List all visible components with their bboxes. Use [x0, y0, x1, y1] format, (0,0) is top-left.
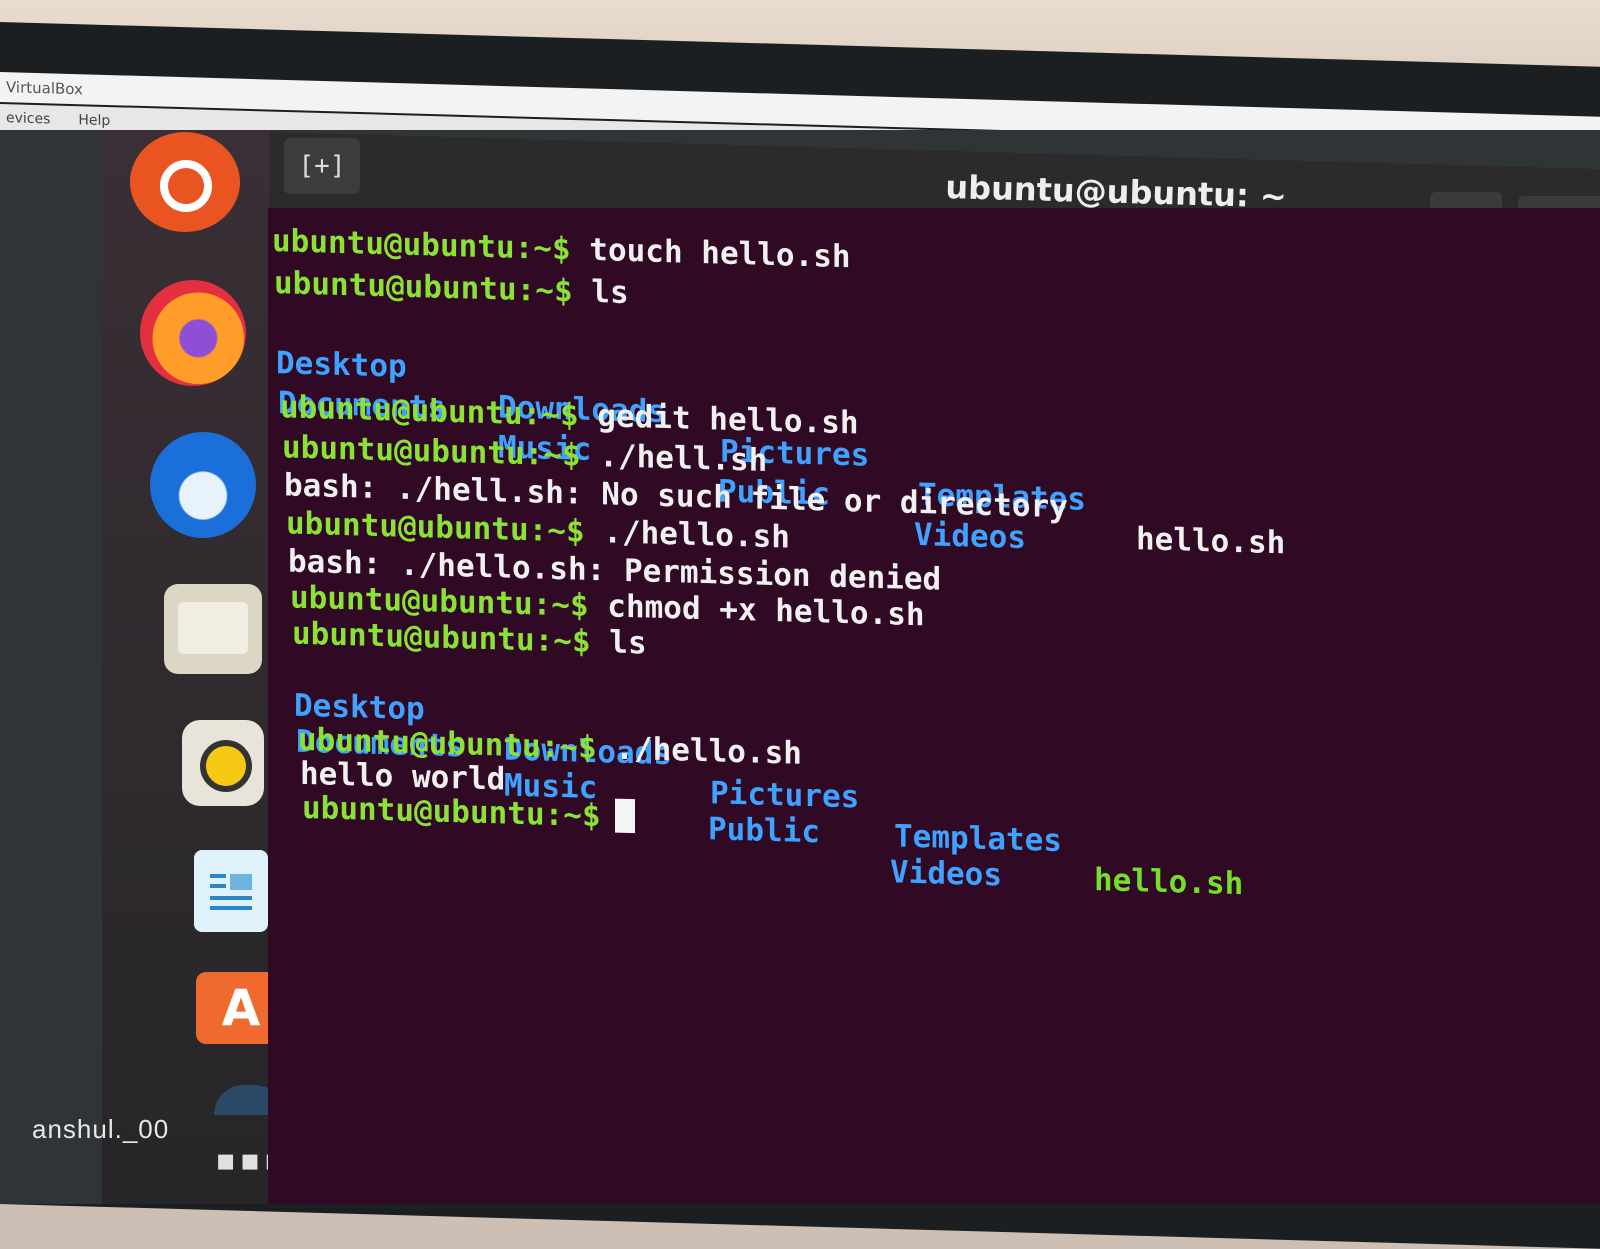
terminal-output[interactable]: ubuntu@ubuntu:~$ touch hello.sh ubuntu@u… — [272, 222, 1592, 1219]
command-text: touch hello.sh — [589, 231, 851, 276]
prompt: ubuntu@ubuntu:~$ — [272, 223, 571, 268]
executable-file-entry: hello.sh — [1094, 861, 1244, 903]
prompt: ubuntu@ubuntu:~$ — [302, 789, 601, 835]
new-tab-button[interactable]: [+] — [284, 138, 360, 194]
libreoffice-writer-icon[interactable] — [194, 850, 268, 932]
files-icon[interactable] — [164, 584, 262, 674]
prompt: ubuntu@ubuntu:~$ — [280, 389, 579, 434]
ls-row: Desktop Downloads Pictures Templates hel… — [276, 306, 1285, 561]
ubuntu-logo-icon[interactable] — [130, 132, 240, 232]
command-text: ./hello.sh — [615, 730, 802, 772]
command-text: ls — [591, 273, 629, 311]
command-text: chmod +x hello.sh — [607, 588, 925, 634]
firefox-icon[interactable] — [140, 280, 246, 386]
rhythmbox-icon[interactable] — [182, 720, 264, 806]
prompt: ubuntu@ubuntu:~$ — [274, 265, 573, 310]
dir-entry: Public — [708, 811, 820, 851]
thunderbird-icon[interactable] — [150, 432, 256, 538]
document-glyph-icon — [210, 874, 252, 910]
ls-row: Documents Music Public Videos — [296, 685, 1002, 894]
command-text: gedit hello.sh — [597, 398, 859, 442]
menu-help[interactable]: Help — [78, 112, 110, 129]
command-text: ./hello.sh — [603, 514, 790, 556]
dir-entry: Videos — [890, 854, 1002, 894]
command-text: ./hell.sh — [599, 438, 768, 479]
file-entry: hello.sh — [1136, 521, 1286, 562]
terminal-line: ubuntu@ubuntu:~$ ls — [274, 264, 629, 312]
virtualbox-title: VirtualBox — [6, 78, 83, 99]
menu-devices[interactable]: evices — [6, 110, 50, 127]
command-text: ls — [609, 624, 647, 662]
ls-row: Documents Music Public Videos — [278, 346, 1026, 556]
text-cursor — [614, 798, 635, 834]
ls-row: Desktop Downloads Pictures Templates hel… — [294, 649, 1243, 903]
photo-watermark: anshul._00 — [32, 1114, 170, 1144]
